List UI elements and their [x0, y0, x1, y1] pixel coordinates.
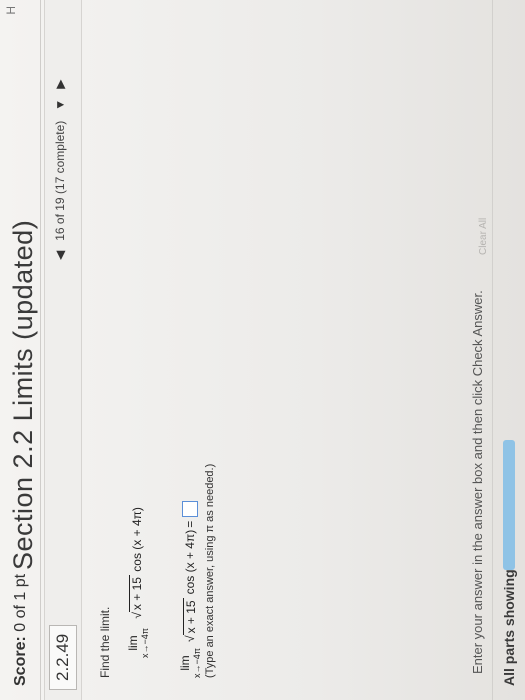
question-number: 2.2.49	[49, 624, 77, 690]
next-question-icon[interactable]: ▶	[53, 80, 67, 89]
instruction-message: Enter your answer in the answer box and …	[470, 290, 485, 674]
cos-term-2: cos (x + 4π)	[183, 529, 197, 595]
bottom-bar: All parts showing	[492, 0, 525, 700]
question-nav: ◀ 16 of 19 (17 complete) ▼ ▶	[53, 80, 67, 260]
lim-word-2: lim	[178, 655, 192, 671]
question-bar: 2.2.49 ◀ 16 of 19 (17 complete) ▼ ▶	[44, 0, 82, 700]
radicand-2: x + 15	[182, 598, 198, 636]
edge-letter: H	[4, 6, 18, 15]
answer-input[interactable]	[182, 500, 198, 517]
score: Score: 0 of 1 pt	[12, 574, 30, 686]
page-title: Section 2.2 Limits (updated)	[8, 219, 38, 570]
progress-bar	[503, 440, 515, 570]
lim-subscript: x→−4π	[140, 628, 150, 658]
score-value: 0 of 1 pt	[12, 573, 29, 632]
lim-subscript-2: x→−4π	[192, 648, 202, 678]
lim-operator: lim x→−4π	[126, 628, 150, 658]
sqrt-icon: √	[130, 612, 145, 619]
score-bar: Score: 0 of 1 pt Section 2.2 Limits (upd…	[0, 0, 41, 700]
lim-operator-2: lim x→−4π	[178, 648, 202, 678]
prev-question-icon[interactable]: ◀	[53, 251, 67, 260]
rotated-screen: Score: 0 of 1 pt Section 2.2 Limits (upd…	[0, 0, 525, 700]
problem-prompt: Find the limit.	[98, 606, 112, 678]
lim-word: lim	[126, 635, 140, 651]
question-progress[interactable]: 16 of 19 (17 complete)	[53, 121, 67, 241]
radicand: x + 15	[129, 575, 145, 613]
clear-all-button[interactable]: Clear All	[478, 218, 489, 255]
equals-sign: =	[183, 520, 197, 528]
parts-showing-label: All parts showing	[501, 569, 517, 686]
answer-hint: (Type an exact answer, using π as needed…	[204, 463, 216, 678]
limit-expression: lim x→−4π √x + 15 cos (x + 4π)	[126, 507, 150, 658]
answer-expression: lim x→−4π √ x + 15 cos (x + 4π) =	[178, 500, 202, 678]
cos-term: cos (x + 4π)	[130, 507, 145, 572]
sqrt-icon-2: √	[183, 635, 197, 643]
dropdown-icon[interactable]: ▼	[53, 99, 67, 111]
score-label: Score:	[12, 636, 29, 686]
